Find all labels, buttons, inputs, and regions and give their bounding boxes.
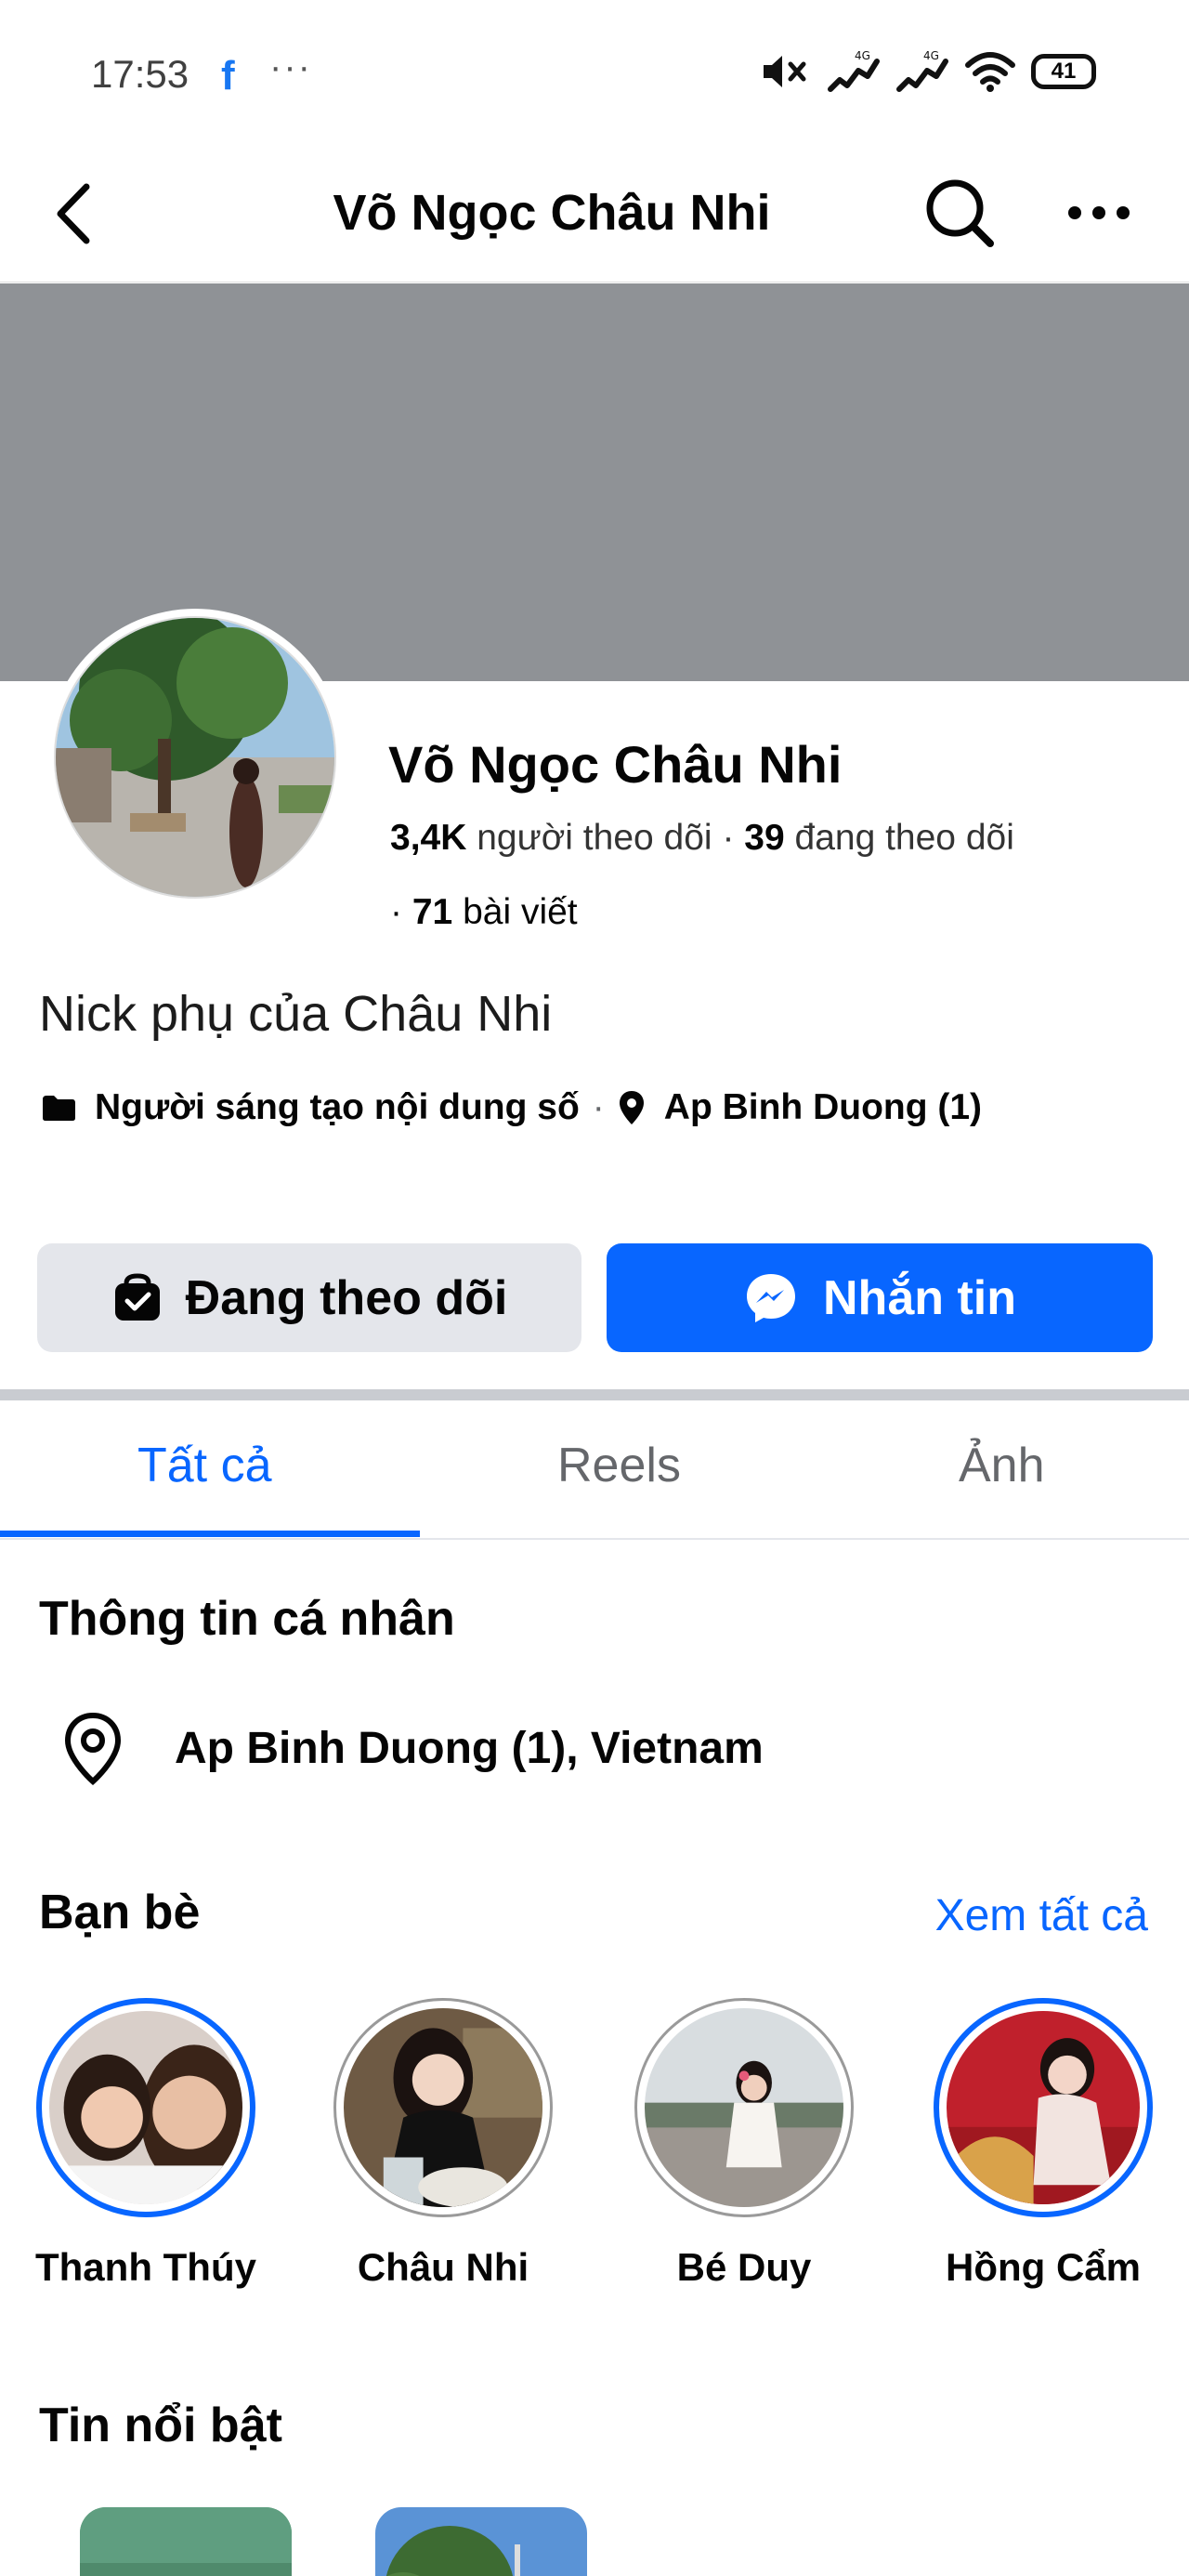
profile-header: Võ Ngọc Châu Nhi xyxy=(0,149,1189,283)
search-icon xyxy=(926,179,994,247)
highlight-story-card[interactable] xyxy=(375,2507,587,2576)
location-pin-icon xyxy=(619,1091,644,1124)
friend-avatar xyxy=(634,1998,854,2217)
friend-avatar xyxy=(36,1998,255,2217)
location-pin-icon xyxy=(64,1712,122,1786)
friends-heading: Bạn bè xyxy=(39,1886,201,1939)
friend-item[interactable]: Thanh Thúy xyxy=(30,1998,262,2290)
battery-level: 41 xyxy=(1051,59,1077,84)
posts-label: bài viết xyxy=(463,892,578,932)
profile-posts-stats: · 71 bài viết xyxy=(390,892,578,933)
message-button[interactable]: Nhắn tin xyxy=(607,1243,1153,1352)
stats-separator: · xyxy=(722,818,745,858)
friend-avatar xyxy=(934,1998,1153,2217)
signal-4g-icon: 4G xyxy=(828,49,880,92)
status-icons: 4G 4G 41 xyxy=(760,48,1096,95)
profile-category: Người sáng tạo nội dung số xyxy=(95,1087,580,1127)
profile-name: Võ Ngọc Châu Nhi xyxy=(388,735,843,794)
followers-count[interactable]: 3,4K xyxy=(390,818,466,858)
avatar-image xyxy=(54,616,336,899)
battery-indicator: 41 xyxy=(1031,54,1096,89)
following-button-label: Đang theo dõi xyxy=(185,1270,508,1325)
status-bar: 17:53 f ··· 4G 4G 41 xyxy=(0,0,1189,149)
active-tab-indicator xyxy=(0,1531,420,1537)
posts-count: 71 xyxy=(412,892,453,932)
following-button[interactable]: Đang theo dõi xyxy=(37,1243,581,1352)
stats-separator: · xyxy=(390,892,412,932)
facebook-icon: f xyxy=(221,53,235,99)
meta-separator: · xyxy=(592,1087,605,1127)
svg-text:4G: 4G xyxy=(855,49,870,62)
profile-avatar[interactable] xyxy=(46,609,344,906)
messenger-icon xyxy=(747,1273,795,1322)
info-location-text: Ap Binh Duong (1), Vietnam xyxy=(175,1723,764,1773)
highlights-heading: Tin nổi bật xyxy=(39,2399,282,2452)
profile-stats: 3,4K người theo dõi · 39 đang theo dõi xyxy=(390,818,1014,859)
profile-bio: Nick phụ của Châu Nhi xyxy=(39,986,553,1042)
section-divider xyxy=(0,1389,1189,1400)
following-label[interactable]: đang theo dõi xyxy=(795,818,1014,858)
personal-info-heading: Thông tin cá nhân xyxy=(39,1592,455,1646)
friend-name: Bé Duy xyxy=(676,2245,812,2289)
profile-location[interactable]: Ap Binh Duong (1) xyxy=(664,1087,982,1128)
status-overflow: ··· xyxy=(269,46,312,87)
info-location-row: Ap Binh Duong (1), Vietnam xyxy=(59,1710,764,1786)
highlight-story-card[interactable] xyxy=(80,2507,292,2576)
tab-reels[interactable]: Reels xyxy=(557,1438,681,1493)
friend-item[interactable]: Hồng Cẩm xyxy=(927,1998,1159,2290)
status-time: 17:53 xyxy=(91,52,189,96)
signal-4g-icon: 4G xyxy=(896,49,948,92)
tab-all[interactable]: Tất cả xyxy=(137,1438,272,1493)
tab-photos[interactable]: Ảnh xyxy=(959,1438,1045,1493)
svg-text:4G: 4G xyxy=(923,49,939,62)
friend-name: Châu Nhi xyxy=(357,2245,529,2289)
more-horizontal-icon xyxy=(1068,206,1130,219)
profile-tabs: Tất cả Reels Ảnh xyxy=(0,1400,1189,1540)
search-button[interactable] xyxy=(918,171,1001,255)
see-all-friends-link[interactable]: Xem tất cả xyxy=(935,1890,1148,1941)
following-check-icon xyxy=(114,1272,160,1321)
friend-name: Thanh Thúy xyxy=(35,2245,256,2289)
friend-avatar xyxy=(333,1998,553,2217)
friend-item[interactable]: Bé Duy xyxy=(628,1998,860,2290)
friend-name: Hồng Cẩm xyxy=(946,2245,1141,2289)
wifi-icon xyxy=(965,52,1015,92)
following-count[interactable]: 39 xyxy=(744,818,784,858)
more-options-button[interactable] xyxy=(1057,171,1141,255)
mute-icon xyxy=(764,56,806,87)
followers-label[interactable]: người theo dõi xyxy=(477,818,712,858)
profile-meta: Người sáng tạo nội dung số · Ap Binh Duo… xyxy=(39,1087,982,1128)
message-button-label: Nhắn tin xyxy=(823,1270,1016,1325)
creator-category-icon xyxy=(43,1096,75,1121)
friend-item[interactable]: Châu Nhi xyxy=(327,1998,559,2290)
